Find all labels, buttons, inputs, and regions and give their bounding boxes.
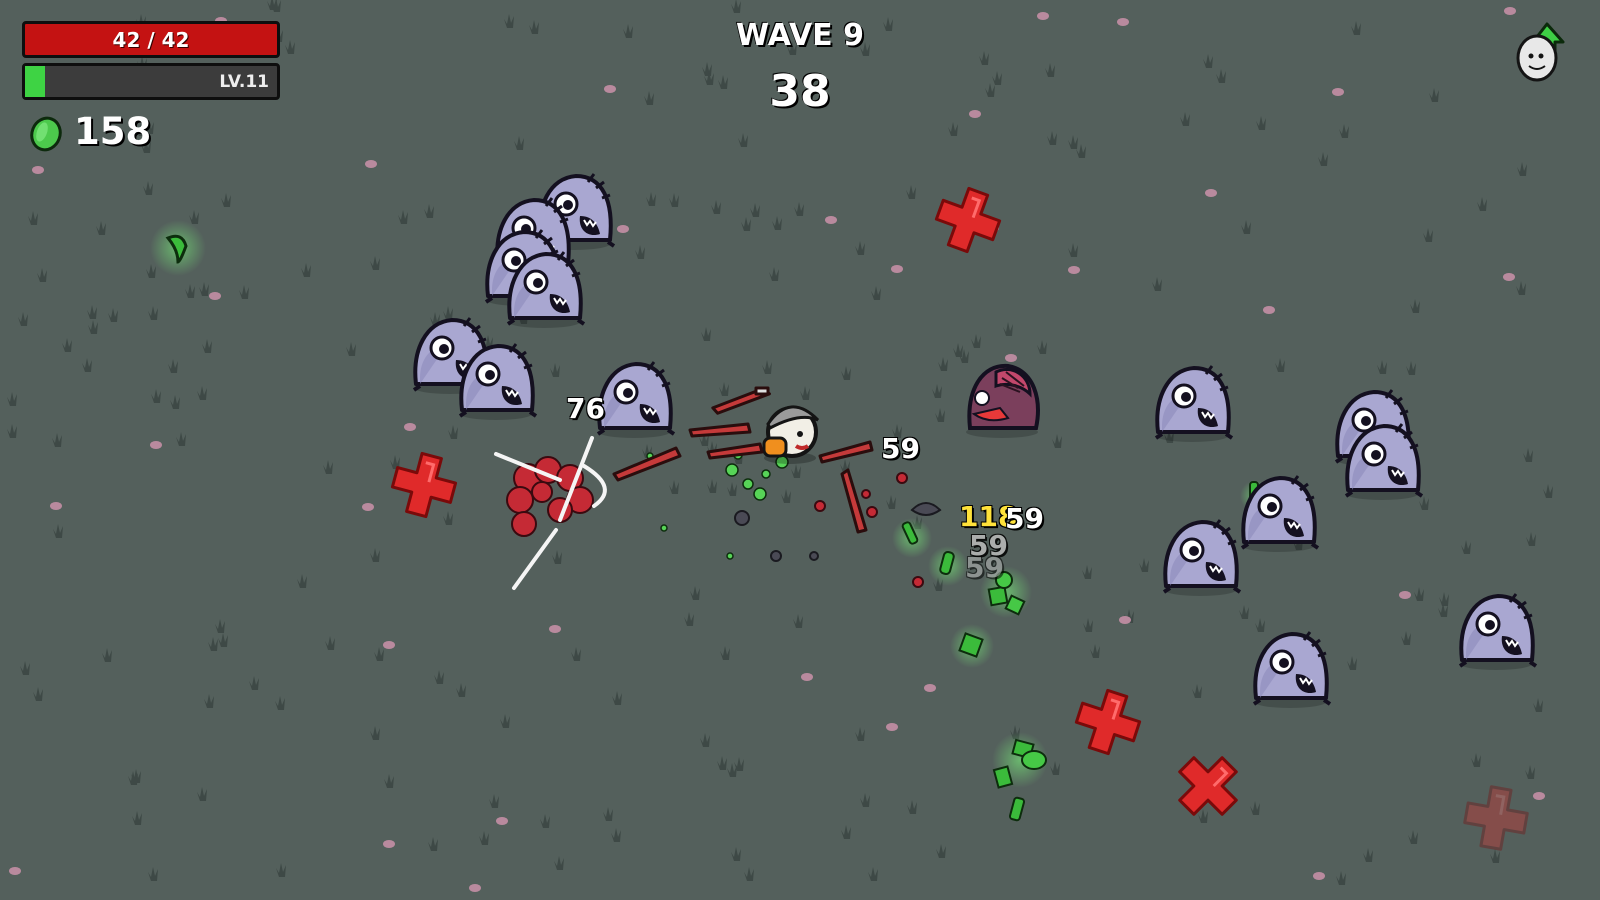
damage-number: 76 [566, 392, 605, 425]
wave-timer: 38 [769, 66, 831, 117]
player-character [762, 405, 820, 464]
player-layer [494, 386, 942, 590]
damage-number: 59 [1005, 502, 1044, 535]
debris [734, 502, 942, 562]
damage-number: 59 [881, 432, 920, 465]
wave-title: WAVE 9 [736, 18, 864, 53]
materials-icon [30, 116, 62, 152]
damage-number: 59 [965, 551, 1004, 584]
level-up-icon [1516, 22, 1565, 82]
